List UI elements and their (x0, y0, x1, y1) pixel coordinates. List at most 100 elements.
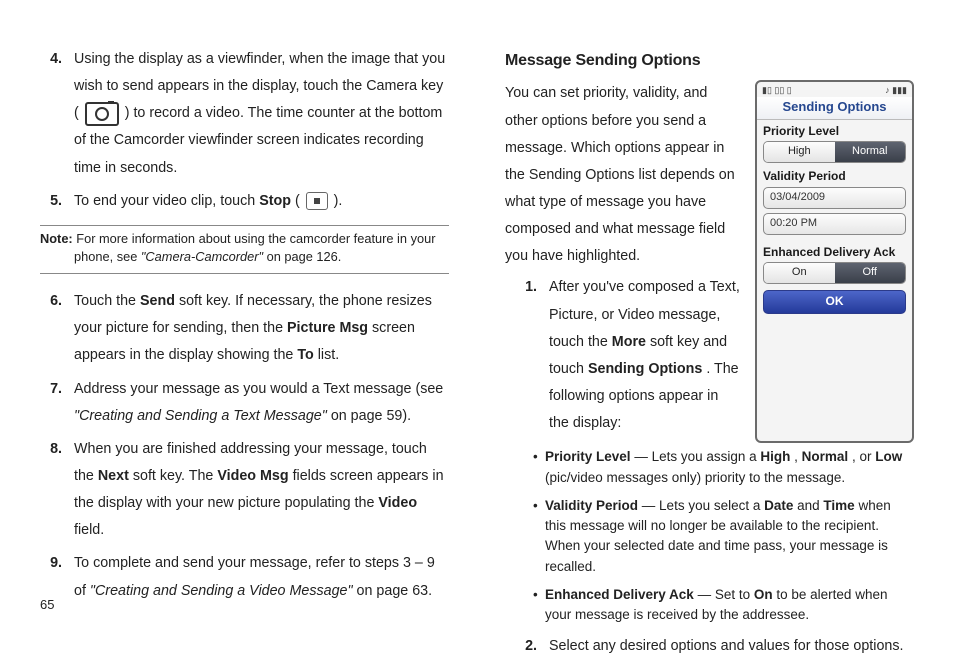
t: (pic/video messages only) priority to th… (545, 470, 845, 485)
t: on page 63. (357, 583, 433, 599)
page-number: 65 (40, 593, 54, 618)
ack-label: Enhanced Delivery Ack (763, 245, 906, 259)
option-bullets: Priority Level — Lets you assign a High … (505, 447, 914, 625)
on: On (754, 587, 773, 602)
bullet-ack: Enhanced Delivery Ack — Set to On to be … (533, 585, 914, 626)
step-number: 5. (40, 188, 62, 215)
lead: Enhanced Delivery Ack (545, 587, 694, 602)
video-msg: Video Msg (217, 468, 288, 484)
intro-and-step1: You can set priority, validity, and othe… (505, 80, 741, 443)
steps-right: 1. After you've composed a Text, Picture… (505, 274, 741, 437)
priority-segmented[interactable]: High Normal (763, 141, 906, 163)
note-ref: "Camera-Camcorder" (141, 249, 263, 264)
priority-high[interactable]: High (764, 142, 835, 162)
step-9: 9. To complete and send your message, re… (40, 550, 449, 604)
steps-left: 4. Using the display as a viewfinder, wh… (40, 46, 449, 215)
t: , or (852, 449, 875, 464)
validity-label: Validity Period (763, 169, 906, 183)
picture-msg: Picture Msg (287, 320, 368, 336)
step-number: 6. (40, 288, 62, 369)
step-body: To complete and send your message, refer… (74, 550, 449, 604)
priority-label: Priority Level (763, 124, 906, 138)
date: Date (764, 498, 793, 513)
step-number: 1. (515, 274, 537, 437)
t: , (794, 449, 802, 464)
step-number: 2. (515, 633, 537, 660)
left-column: 4. Using the display as a viewfinder, wh… (40, 46, 449, 616)
note-text: phone, see (74, 249, 141, 264)
step-5: 5. To end your video clip, touch Stop ( … (40, 188, 449, 215)
ack-segmented[interactable]: On Off (763, 262, 906, 284)
note-box: Note: For more information about using t… (40, 225, 449, 274)
lead: Priority Level (545, 449, 631, 464)
right-column: Message Sending Options You can set prio… (505, 46, 914, 616)
t: and (797, 498, 823, 513)
step-4: 4. Using the display as a viewfinder, wh… (40, 46, 449, 182)
step-8: 8. When you are finished addressing your… (40, 436, 449, 545)
section-heading: Message Sending Options (505, 46, 914, 76)
step-body: After you've composed a Text, Picture, o… (549, 274, 741, 437)
to-list: To (297, 347, 313, 363)
next-key: Next (98, 468, 129, 484)
bullet-validity: Validity Period — Lets you select a Date… (533, 496, 914, 577)
sending-options: Sending Options (588, 361, 702, 377)
ack-section: Enhanced Delivery Ack On Off (757, 241, 912, 286)
ack-off[interactable]: Off (835, 263, 906, 283)
stop-label: Stop (259, 193, 291, 209)
t: — Lets you select a (642, 498, 764, 513)
status-right: ♪ ▮▮▮ (885, 85, 907, 96)
step-body: When you are finished addressing your me… (74, 436, 449, 545)
step-number: 7. (40, 376, 62, 430)
high: High (760, 449, 790, 464)
phone-title: Sending Options (757, 97, 912, 120)
stop-icon (306, 192, 328, 210)
xref: "Creating and Sending a Video Message" (90, 583, 353, 599)
manual-page: 4. Using the display as a viewfinder, wh… (0, 0, 954, 636)
step-body: Select any desired options and values fo… (549, 633, 914, 660)
intro-row: You can set priority, validity, and othe… (505, 80, 914, 443)
priority-section: Priority Level High Normal (757, 120, 912, 165)
video-field: Video (378, 495, 417, 511)
step-number: 4. (40, 46, 62, 182)
validity-date-field[interactable]: 03/04/2009 (763, 187, 906, 209)
phone-screenshot: ▮▯ ▯▯ ▯ ♪ ▮▮▮ Sending Options Priority L… (755, 80, 914, 443)
validity-section: Validity Period 03/04/2009 00:20 PM (757, 165, 912, 240)
time: Time (823, 498, 854, 513)
low: Low (875, 449, 902, 464)
lead: Validity Period (545, 498, 638, 513)
t: — Lets you assign a (634, 449, 760, 464)
step-2: 2. Select any desired options and values… (505, 633, 914, 660)
t: Touch the (74, 293, 140, 309)
step-body: Touch the Send soft key. If necessary, t… (74, 288, 449, 369)
t: Address your message as you would a Text… (74, 381, 443, 397)
steps-right-cont: 2. Select any desired options and values… (505, 633, 914, 660)
camera-key-icon (85, 102, 119, 126)
steps-left-cont: 6. Touch the Send soft key. If necessary… (40, 288, 449, 605)
ack-on[interactable]: On (764, 263, 835, 283)
step-body: Address your message as you would a Text… (74, 376, 449, 430)
note-text: For more information about using the cam… (76, 231, 435, 246)
more-key: More (612, 334, 646, 350)
text: To end your video clip, touch (74, 193, 259, 209)
send-key: Send (140, 293, 175, 309)
xref: "Creating and Sending a Text Message" (74, 408, 327, 424)
validity-time-field[interactable]: 00:20 PM (763, 213, 906, 235)
step-7: 7. Address your message as you would a T… (40, 376, 449, 430)
note-text: on page 126. (267, 249, 342, 264)
phone-status-bar: ▮▯ ▯▯ ▯ ♪ ▮▮▮ (757, 82, 912, 97)
step-body: Using the display as a viewfinder, when … (74, 46, 449, 182)
ok-button[interactable]: OK (763, 290, 906, 314)
note-lead: Note: (40, 231, 73, 246)
t: list. (318, 347, 339, 363)
t: field. (74, 522, 104, 538)
t: — Set to (698, 587, 754, 602)
step-6: 6. Touch the Send soft key. If necessary… (40, 288, 449, 369)
status-left: ▮▯ ▯▯ ▯ (762, 85, 792, 96)
step-number: 8. (40, 436, 62, 545)
step-body: To end your video clip, touch Stop ( ). (74, 188, 449, 215)
t: on page 59). (331, 408, 411, 424)
text: ) to record a video. The time counter at… (74, 105, 442, 175)
normal: Normal (802, 449, 849, 464)
bullet-priority: Priority Level — Lets you assign a High … (533, 447, 914, 488)
priority-normal[interactable]: Normal (835, 142, 906, 162)
